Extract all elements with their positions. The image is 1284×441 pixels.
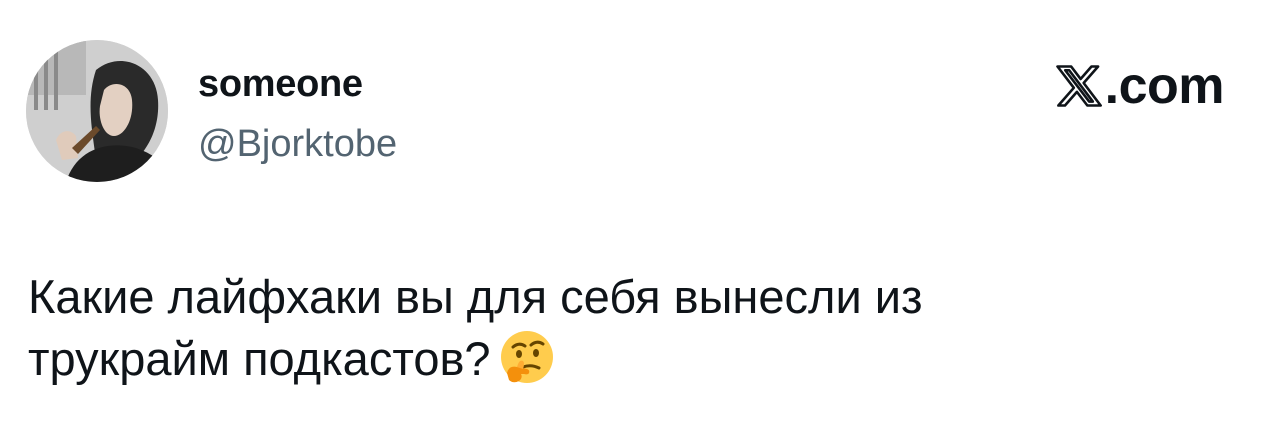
author-handle[interactable]: @Bjorktobe: [198, 122, 397, 166]
brand-domain: .com: [1104, 57, 1225, 115]
tweet-text-line-2: трукрайм подкастов?: [28, 328, 1228, 400]
author-display-name[interactable]: someone: [198, 62, 363, 106]
tweet-text-line-2-text: трукрайм подкастов?: [28, 332, 491, 385]
brand-logo: .com: [1055, 56, 1225, 116]
tweet-text: Какие лайфхаки вы для себя вынесли из тр…: [28, 266, 1228, 400]
tweet-text-line-1: Какие лайфхаки вы для себя вынесли из: [28, 270, 923, 323]
avatar[interactable]: [26, 40, 168, 182]
x-logo-icon: [1055, 65, 1102, 107]
avatar-photo: [26, 40, 168, 182]
thinking-face-icon: [499, 329, 555, 400]
